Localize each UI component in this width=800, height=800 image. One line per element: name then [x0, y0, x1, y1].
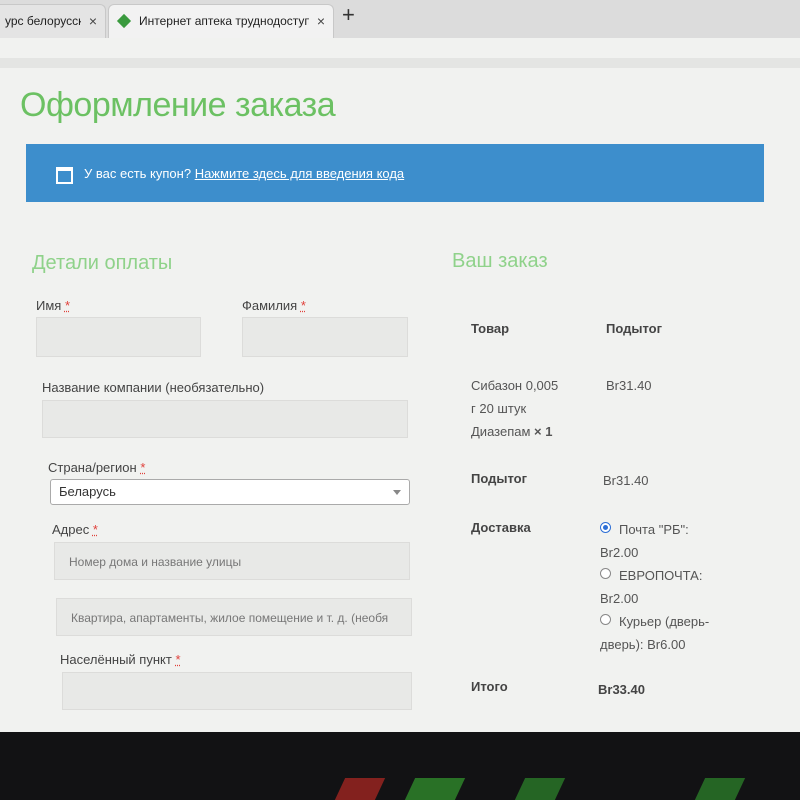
apartment-field[interactable]: Квартира, апартаменты, жилое помещение и…: [56, 598, 412, 636]
city-label: Населённый пункт *: [60, 652, 181, 667]
coupon-link[interactable]: Нажмите здесь для введения кода: [195, 166, 404, 181]
page-title: Оформление заказа: [20, 86, 336, 124]
shipping-option-europochta[interactable]: ЕВРОПОЧТА: Br2.00: [600, 564, 740, 610]
address-label: Адрес *: [52, 522, 98, 537]
company-label: Название компании (необязательно): [42, 380, 265, 395]
total-value: Br33.40: [598, 682, 645, 697]
city-field[interactable]: [62, 672, 412, 710]
first-name-field[interactable]: [36, 317, 201, 357]
billing-heading: Детали оплаты: [32, 252, 173, 274]
radio-icon[interactable]: [600, 568, 611, 579]
required-mark: *: [64, 298, 71, 313]
browser-tabstrip: урс белорусско × Интернет аптека труднод…: [0, 0, 800, 39]
close-tab-icon[interactable]: ×: [89, 5, 97, 37]
order-heading: Ваш заказ: [452, 250, 548, 272]
subtotal-label: Подытог: [471, 471, 528, 486]
company-field[interactable]: [42, 400, 408, 438]
required-mark: *: [300, 298, 306, 313]
order-item-qty: × 1: [534, 424, 553, 439]
radio-selected-icon[interactable]: [600, 522, 611, 533]
shipping-options: Почта "РБ": Br2.00 ЕВРОПОЧТА: Br2.00 Кур…: [600, 518, 740, 656]
last-name-field[interactable]: [242, 317, 408, 357]
street-address-field[interactable]: Номер дома и название улицы: [54, 542, 410, 580]
browser-tab-2-active[interactable]: Интернет аптека труднодоступ ×: [108, 4, 334, 38]
last-name-label: Фамилия *: [242, 298, 306, 313]
required-mark: *: [140, 460, 146, 475]
order-item-name: Сибазон 0,005 г 20 штук Диазепам × 1: [471, 378, 559, 439]
monitor-bezel: [0, 732, 800, 800]
first-name-label: Имя *: [36, 298, 71, 313]
column-header-product: Товар: [471, 321, 510, 336]
tab-title: урс белорусско: [5, 14, 81, 28]
required-mark: *: [175, 652, 181, 667]
country-value: Беларусь: [59, 484, 116, 499]
reflection-red: [334, 778, 386, 800]
column-header-subtotal: Подытог: [606, 321, 663, 336]
required-mark: *: [92, 522, 98, 537]
shipping-option-belpost[interactable]: Почта "РБ": Br2.00: [600, 518, 740, 564]
coupon-notice: У вас есть купон? Нажмите здесь для введ…: [26, 144, 764, 202]
coupon-window-icon: [56, 167, 73, 184]
country-select[interactable]: Беларусь: [50, 479, 410, 505]
total-label: Итого: [471, 679, 508, 694]
close-tab-icon[interactable]: ×: [317, 5, 325, 37]
chevron-down-icon: [393, 490, 401, 495]
reflection-green: [404, 778, 466, 800]
checkout-page: Оформление заказа У вас есть купон? Нажм…: [0, 38, 800, 732]
order-item-price: Br31.40: [606, 378, 652, 393]
coupon-question: У вас есть купон?: [84, 166, 192, 181]
browser-tab-1[interactable]: урс белорусско ×: [0, 4, 106, 38]
shipping-option-courier[interactable]: Курьер (дверь- дверь): Br6.00: [600, 610, 740, 656]
country-label: Страна/регион *: [48, 460, 146, 475]
apartment-placeholder: Квартира, апартаменты, жилое помещение и…: [71, 611, 389, 625]
reflection-green-3: [694, 778, 746, 800]
new-tab-button[interactable]: +: [342, 2, 355, 28]
coupon-text: У вас есть купон? Нажмите здесь для введ…: [84, 166, 404, 181]
pharmacy-favicon-icon: [116, 13, 132, 29]
tab-title: Интернет аптека труднодоступ: [139, 14, 309, 28]
subtotal-value: Br31.40: [603, 473, 649, 488]
header-divider: [0, 58, 800, 68]
radio-icon[interactable]: [600, 614, 611, 625]
street-address-placeholder: Номер дома и название улицы: [69, 555, 242, 569]
reflection-green-2: [514, 778, 566, 800]
shipping-label: Доставка: [471, 520, 531, 535]
